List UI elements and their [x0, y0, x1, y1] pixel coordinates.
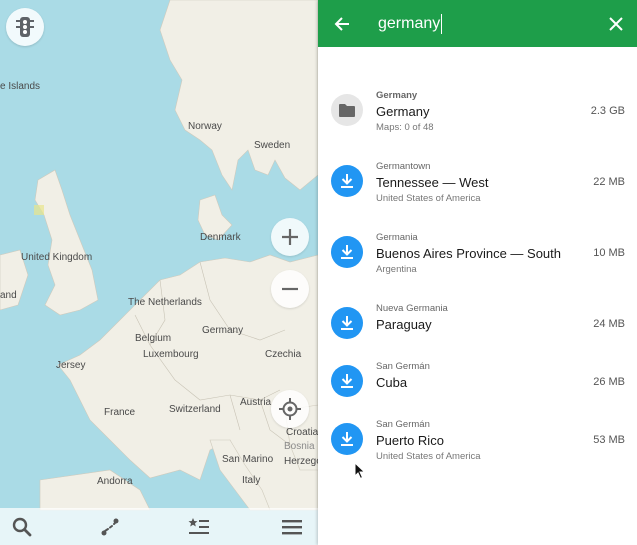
- bottom-navigation-bar: [0, 508, 318, 545]
- map-label-bosnia: Herzego: [284, 456, 318, 467]
- result-size: 24 MB: [593, 318, 625, 330]
- result-name: Paraguay: [376, 317, 432, 332]
- map-label-switzerland: Switzerland: [169, 404, 221, 415]
- menu-button[interactable]: [281, 516, 303, 538]
- result-subtitle: Germany: [376, 90, 418, 101]
- result-item[interactable]: Nueva Germania Paraguay 24 MB: [318, 293, 637, 351]
- zoom-in-button[interactable]: [271, 218, 309, 256]
- result-meta: Argentina: [376, 264, 417, 275]
- result-name: Tennessee — West: [376, 175, 489, 190]
- download-icon[interactable]: [331, 236, 363, 268]
- result-size: 22 MB: [593, 176, 625, 188]
- result-subtitle: San Germán: [376, 361, 430, 372]
- map-label-austria: Austria: [240, 397, 272, 408]
- bookmarks-button[interactable]: [188, 516, 210, 538]
- result-size: 53 MB: [593, 434, 625, 446]
- close-icon: [609, 17, 623, 31]
- map-view[interactable]: e Islands Norway Sweden Denmark United K…: [0, 0, 318, 545]
- result-meta: United States of America: [376, 451, 481, 462]
- map-label-sweden: Sweden: [254, 140, 291, 151]
- result-size: 2.3 GB: [590, 105, 625, 117]
- result-item[interactable]: Germany Germany Maps: 0 of 48 2.3 GB: [318, 80, 637, 151]
- plus-icon: [282, 229, 298, 245]
- map-label-belgium: Belgium: [135, 333, 172, 344]
- hamburger-menu-icon: [282, 520, 302, 535]
- result-item[interactable]: Germania Buenos Aires Province — South A…: [318, 222, 637, 293]
- result-subtitle: Nueva Germania: [376, 303, 448, 314]
- result-item[interactable]: Germantown Tennessee — West United State…: [318, 151, 637, 222]
- map-label-uk: United Kingdom: [21, 252, 93, 263]
- result-name: Buenos Aires Province — South: [376, 246, 561, 261]
- map-label-italy: Italy: [242, 475, 261, 486]
- route-button[interactable]: [99, 516, 121, 538]
- download-icon[interactable]: [331, 423, 363, 455]
- map-label-france: France: [104, 407, 136, 418]
- result-meta: United States of America: [376, 193, 481, 204]
- map-label-andorra: Andorra: [97, 476, 133, 487]
- map-label-netherlands: The Netherlands: [128, 297, 202, 308]
- result-subtitle: Germantown: [376, 161, 431, 172]
- map-label-faroe: e Islands: [0, 81, 41, 92]
- download-icon[interactable]: [331, 165, 363, 197]
- search-icon: [12, 517, 32, 537]
- search-toolbar: [318, 0, 637, 47]
- zoom-out-button[interactable]: [271, 270, 309, 308]
- map-label-denmark: Denmark: [200, 232, 241, 243]
- result-size: 26 MB: [593, 376, 625, 388]
- map-label-bosnia-faint: Bosnia: [284, 441, 315, 452]
- result-name: Puerto Rico: [376, 433, 444, 448]
- arrow-left-icon: [334, 17, 349, 31]
- download-icon[interactable]: [331, 307, 363, 339]
- search-input[interactable]: [378, 12, 578, 36]
- clear-search-button[interactable]: [604, 12, 628, 36]
- traffic-light-icon: [16, 17, 34, 37]
- route-icon: [101, 518, 119, 536]
- my-location-button[interactable]: [271, 390, 309, 428]
- star-list-icon: [188, 518, 209, 534]
- map-label-croatia: Croatia: [286, 427, 318, 438]
- result-name: Cuba: [376, 375, 408, 390]
- result-subtitle: San Germán: [376, 419, 430, 430]
- map-label-sanmarino: San Marino: [222, 454, 274, 465]
- map-label-ireland: and: [0, 290, 17, 301]
- folder-icon: [331, 94, 363, 126]
- result-name: Germany: [376, 104, 430, 119]
- text-caret: [441, 14, 442, 34]
- result-item[interactable]: San Germán Cuba 26 MB: [318, 351, 637, 409]
- map-label-jersey: Jersey: [56, 360, 86, 371]
- traffic-button[interactable]: [6, 8, 44, 46]
- crosshair-icon: [279, 398, 301, 420]
- result-size: 10 MB: [593, 247, 625, 259]
- minus-icon: [282, 287, 298, 291]
- back-button[interactable]: [330, 12, 354, 36]
- result-subtitle: Germania: [376, 232, 418, 243]
- map-label-norway: Norway: [188, 121, 222, 132]
- result-meta: Maps: 0 of 48: [376, 122, 434, 133]
- map-label-luxembourg: Luxembourg: [143, 349, 199, 360]
- map-label-germany: Germany: [202, 325, 244, 336]
- search-button[interactable]: [11, 516, 33, 538]
- map-label-czechia: Czechia: [265, 349, 302, 360]
- download-icon[interactable]: [331, 365, 363, 397]
- search-results-list: Germany Germany Maps: 0 of 48 2.3 GB Ger…: [318, 80, 637, 480]
- mouse-pointer-icon: [354, 462, 366, 480]
